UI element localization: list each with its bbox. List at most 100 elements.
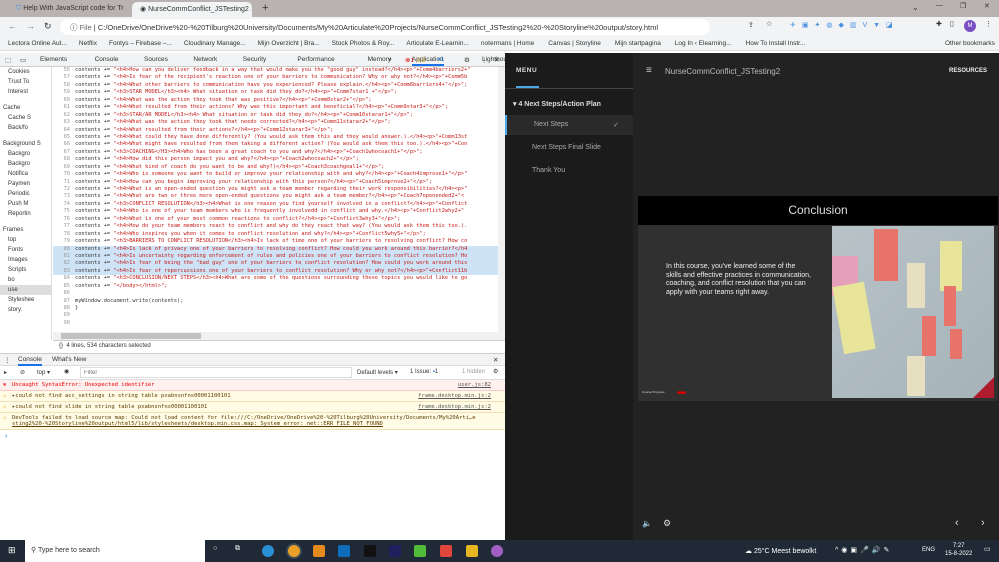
code-line[interactable]: 57 contents += "<h4>Is fear of the recipi… [53,74,500,81]
bookmark[interactable]: Log In ‹ Elearning... [675,40,732,47]
code-line[interactable]: 71 contents += "<h4>How can you begin imp… [53,179,500,186]
forward-button[interactable]: → [26,21,35,31]
sidebar-item[interactable]: Fonts [0,245,51,255]
close-devtools-icon[interactable]: ✕ [494,56,499,64]
code-line[interactable]: 87 myWindow.document.write(contents); [53,298,500,305]
console-prompt[interactable]: › [0,430,505,443]
code-line[interactable]: 85 contents += "</body></html>"; [53,283,500,290]
drawer-menu-icon[interactable]: ⋮ [4,356,11,364]
previous-slide-button[interactable]: ‹ [955,517,959,529]
code-line[interactable]: 86 [53,290,500,297]
url-input[interactable]: ⓘ File | C:/OneDrive/OneDrive%20-%20Tilb… [60,19,710,35]
code-line[interactable]: 75 contents += "<h4>Who is one of your te… [53,208,500,215]
issues-button[interactable]: 1 Issue: ▪1 [410,369,438,375]
error-count[interactable]: ⊗1 ⚠2 [405,56,425,64]
code-line[interactable]: 61 contents += "<h4>What resulted from th… [53,104,500,111]
menu-item-thank-you[interactable]: Thank You [505,161,633,181]
sidebar-item[interactable]: Notifica [0,169,51,179]
source-link[interactable]: user.js:82 [458,382,491,388]
code-line[interactable]: 76 contents += "<h4>What is one of your m… [53,216,500,223]
context-select[interactable]: top ▾ [37,369,50,376]
vertical-scrollbar[interactable] [498,67,505,340]
code-line[interactable]: 74 contents += "<h3>CONFLICT RESOLUTION</… [53,201,500,208]
audition-icon[interactable] [389,545,401,557]
code-line[interactable]: 70 contents += "<h4>Who is someone you wa… [53,171,500,178]
edge-icon[interactable] [262,545,274,557]
code-line[interactable]: 65 contents += "<h4>What could they have … [53,134,500,141]
more-tabs-icon[interactable]: » [388,56,392,63]
back-button[interactable]: ← [8,21,17,31]
menu-item-next-steps[interactable]: Next Steps ✓ [505,115,633,135]
code-line[interactable]: 82 contents += "<h4>Is fear of being the … [53,260,500,268]
browser-tab-active[interactable]: ◉ NurseCommConflict_JSTesting2 ✕ [132,2,252,17]
tab-console[interactable]: Console [18,356,42,366]
console-settings-icon[interactable]: ⚙ [493,368,498,375]
more-menu-icon[interactable]: ⋮ [985,20,992,28]
issues-count[interactable]: ▪1 [438,56,444,63]
console-message-continued[interactable]: sting2%20-%20Storyline%20output/html5/li… [12,421,383,427]
sidebar-item[interactable]: Paymen [0,179,51,189]
code-line[interactable]: 84 contents += "<h3>CONCLUSION/NEXT STEPS… [53,275,500,282]
code-line[interactable]: 77 contents += "<h4>How do your team memb… [53,223,500,230]
code-line[interactable]: 79 contents += "<h3>BARRIERS TO CONFLICT … [53,238,500,245]
pretty-print-icon[interactable]: {} [59,343,63,349]
code-line[interactable]: 63 contents += "<h4>What was the action t… [53,119,500,126]
next-slide-button[interactable]: › [981,517,985,529]
code-line[interactable]: 60 contents += "<h4>What was the action t… [53,97,500,104]
source-code-editor[interactable]: 56 contents += "<h4>How can you deliver f… [53,67,500,332]
menu-section[interactable]: ▾ 4 Next Steps/Action Plan [513,100,601,108]
clock[interactable]: 7:27 15-8-2022 [945,542,972,558]
bookmark[interactable]: Articulate E-Learnin... [406,40,469,47]
sidebar-item[interactable]: Styleshee [0,295,51,305]
code-line[interactable]: 56 contents += "<h4>How can you deliver f… [53,67,500,74]
bookmark[interactable]: Canvas | Storyline [548,40,601,47]
bookmark-star-icon[interactable]: ☆ [766,20,772,28]
sidebar-item[interactable]: Backgro [0,159,51,169]
code-line[interactable]: 59 contents += "<h3>STAR MODEL</h3><h4> W… [53,89,500,96]
reload-button[interactable]: ↻ [44,21,52,32]
code-line[interactable]: 83 contents += "<h4>Is fear of repercussi… [53,267,500,276]
file-explorer-icon[interactable] [466,545,478,557]
extensions-puzzle-icon[interactable]: ✚ [936,20,942,28]
bookmark[interactable]: Mijn Overzicht | Bra... [258,40,320,47]
devtools-tab-elements[interactable]: Elements [40,56,67,63]
sidebar-item[interactable]: Reportin [0,209,51,219]
log-levels-select[interactable]: Default levels ▾ [357,369,398,376]
tab-whats-new[interactable]: What's New [52,356,86,363]
devtools-tab-security[interactable]: Security [243,56,266,63]
new-tab-button[interactable]: + [262,2,268,14]
devtools-tab-sources[interactable]: Sources [144,56,168,63]
more-icon[interactable]: ⋮ [481,56,488,64]
code-line[interactable]: 58 contents += "<h4>What other barriers t… [53,82,500,89]
bookmark[interactable]: Netflix [79,40,97,47]
extension-icons[interactable]: ✈▣✦◍◆▥V▼◪ [790,21,899,29]
settings-icon[interactable]: ⚙ [464,56,470,64]
sidebar-item[interactable]: top [0,235,51,245]
sidebar-item[interactable]: use [0,285,51,295]
sidebar-item[interactable]: Frames [0,225,51,235]
bookmark[interactable]: Stock Photos & Roy... [332,40,395,47]
language-indicator[interactable]: ENG [922,547,935,553]
sidebar-item[interactable]: Periodic [0,189,51,199]
sublime-icon[interactable] [313,545,325,557]
storyline-icon[interactable] [440,545,452,557]
clear-console-icon[interactable]: ⊘ [20,369,25,376]
resources-button[interactable]: RESOURCES [949,68,987,74]
code-line[interactable]: 67 contents += "<h3>COACHING</H3><h4>Who … [53,149,500,156]
tab-search-icon[interactable]: ⌄ [912,3,919,12]
sidebar-item[interactable]: Images [0,255,51,265]
bookmark[interactable]: Cloudinary Manage... [184,40,246,47]
menu-item-next-steps-final-slide[interactable]: Next Steps Final Slide [505,138,633,158]
devtools-tab-network[interactable]: Network [193,56,217,63]
restore-button[interactable]: ❐ [960,2,966,10]
bookmark[interactable]: Lectora Online Aut... [8,40,67,47]
bridge-icon[interactable] [364,545,376,557]
sidebar-item[interactable]: Scripts [0,265,51,275]
source-link[interactable]: frame.desktop.min.js:2 [418,404,491,410]
code-line[interactable]: 88} [53,305,500,312]
devtools-tab-performance[interactable]: Performance [297,56,334,63]
device-toggle-icon[interactable]: ▭ [20,56,26,64]
task-view-icon[interactable]: ⧉ [235,545,240,553]
sidebar-toggle-icon[interactable]: ▸ [4,369,7,376]
volume-icon[interactable]: 🔈 [642,519,652,528]
